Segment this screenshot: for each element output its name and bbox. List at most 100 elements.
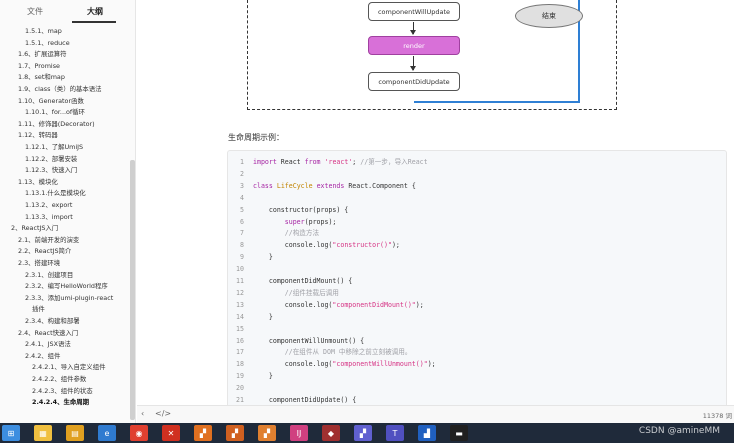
code-line: 11 componentDidMount() { <box>228 275 728 287</box>
outline-item[interactable]: 2.4.2.1、导入自定义组件 <box>32 362 105 373</box>
outline-item[interactable]: 1.9、class（类）的基本语法 <box>18 84 102 95</box>
outline-item[interactable]: 2.2、ReactJS简介 <box>18 246 71 257</box>
line-number: 9 <box>240 253 244 262</box>
outline-item[interactable]: 1.5.1、reduce <box>25 38 70 49</box>
outline-item[interactable]: 2.1、前端开发的演变 <box>18 235 79 246</box>
source-mode-icon[interactable]: </> <box>155 409 171 418</box>
line-number: 11 <box>236 277 244 285</box>
code-line: 18 console.log("componentWillUnmount()")… <box>228 358 728 370</box>
code-line: 8 console.log("constructor()"); <box>228 239 728 251</box>
line-number: 5 <box>240 205 244 214</box>
code-line: 5 constructor(props) { <box>228 204 728 216</box>
active-tab-indicator <box>72 21 116 23</box>
word-count[interactable]: 11378 词 <box>703 410 732 420</box>
outline-item[interactable]: 2.4.2.2、组件参数 <box>32 374 86 385</box>
outline-item[interactable]: 1.13.2、export <box>25 200 72 211</box>
code-text: //在组件从 DOM 中移除之前立刻被调用。 <box>284 348 412 357</box>
outline-item[interactable]: 2、ReactJS入门 <box>11 223 58 234</box>
app-icon[interactable]: ▞ <box>226 425 244 441</box>
toggle-sidebar-icon[interactable]: ‹ <box>141 409 144 418</box>
code-line: 20 <box>228 382 728 394</box>
app-icon[interactable]: ◆ <box>322 425 340 441</box>
status-bar: ‹ </> 11378 词 <box>137 405 734 423</box>
outline-item[interactable]: 2.4.2、组件 <box>25 351 60 362</box>
code-text: //组件挂载后调用 <box>284 288 339 297</box>
app-icon[interactable]: ▞ <box>194 425 212 441</box>
outline-item[interactable]: 2.4.2.3、组件的状态 <box>32 386 93 397</box>
edge-icon[interactable]: e <box>98 425 116 441</box>
sidebar-scrollbar[interactable] <box>130 160 135 420</box>
outline-item-current[interactable]: 2.4.2.4、生命周期 <box>32 397 89 408</box>
outline-item[interactable]: 插件 <box>32 304 45 315</box>
intellij-icon[interactable]: IJ <box>290 425 308 441</box>
code-line: 12 //组件挂载后调用 <box>228 287 728 299</box>
outline-item[interactable]: 1.10.1、for...of循环 <box>25 107 85 118</box>
outline-item[interactable]: 1.13、模块化 <box>18 177 58 188</box>
code-line: 3 class LifeCycle extends React.Component… <box>228 180 728 192</box>
xmind-icon[interactable]: ✕ <box>162 425 180 441</box>
line-number: 16 <box>236 336 244 345</box>
csdn-watermark: CSDN @amineMM <box>638 426 720 436</box>
outline-list: 1.5.1、map 1.5.1、reduce 1.6、扩展运算符 1.7、Promis… <box>0 24 128 423</box>
code-text: super(props); <box>284 217 337 226</box>
outline-item[interactable]: 2.4、React快速入门 <box>18 328 78 339</box>
outline-item[interactable]: 1.7、Promise <box>18 61 60 72</box>
outline-item[interactable]: 1.10、Generator函数 <box>18 96 84 107</box>
code-line: 7 //构造方法 <box>228 227 728 239</box>
document-area: componentWillUpdate render componentDidU… <box>137 0 734 423</box>
code-line: 10 <box>228 263 728 275</box>
code-text: } <box>253 312 273 321</box>
flow-arrow <box>410 56 416 71</box>
outline-item[interactable]: 1.13.1.什么是模块化 <box>25 188 86 199</box>
line-number: 2 <box>240 169 244 178</box>
code-line: 1 import React from 'react'; //第一步，导入Reac… <box>228 156 728 168</box>
code-line: 19 } <box>228 370 728 382</box>
code-text: console.log("componentWillUnmount()"); <box>253 360 436 369</box>
outline-item[interactable]: 1.11、修饰器(Decorator) <box>18 119 95 130</box>
tab-files[interactable]: 文件 <box>27 6 43 17</box>
outline-item[interactable]: 1.6、扩展运算符 <box>18 49 67 60</box>
code-text: console.log("componentDidMount()"); <box>253 300 424 309</box>
app-icon[interactable]: ▞ <box>258 425 276 441</box>
outline-item[interactable]: 1.12.2、部署安装 <box>25 154 77 165</box>
code-line: 17 //在组件从 DOM 中移除之前立刻被调用。 <box>228 346 728 358</box>
end-node: 结束 <box>515 4 583 28</box>
line-number: 3 <box>240 181 244 190</box>
outline-item[interactable]: 2.3、搭建环境 <box>18 258 60 269</box>
outline-item[interactable]: 1.12.3、快速入门 <box>25 165 77 176</box>
start-icon[interactable]: ⊞ <box>2 425 20 441</box>
outline-item[interactable]: 1.13.3、import <box>25 212 73 223</box>
outline-item[interactable]: 2.3.3、添加umi-plugin-react <box>25 293 113 304</box>
chrome-icon[interactable]: ◉ <box>130 425 148 441</box>
line-number: 20 <box>236 384 244 393</box>
outline-item[interactable]: 1.8、set和map <box>18 72 65 83</box>
line-number: 12 <box>236 288 244 297</box>
code-line: 2 <box>228 168 728 180</box>
code-line: 14 } <box>228 311 728 323</box>
code-text: } <box>253 253 273 262</box>
outline-item[interactable]: 2.3.1、创建项目 <box>25 270 73 281</box>
file-explorer-icon[interactable]: ▦ <box>34 425 52 441</box>
outline-item[interactable]: 2.4.1、JSX语法 <box>25 339 71 350</box>
outline-item[interactable]: 1.12.1、了解UmiJS <box>25 142 83 153</box>
code-block[interactable]: 1 import React from 'react'; //第一步，导入Reac… <box>227 150 727 423</box>
app-icon[interactable]: ▞ <box>354 425 372 441</box>
outline-item[interactable]: 1.12、转码器 <box>18 130 58 141</box>
flow-line-horizontal <box>414 101 580 103</box>
code-line: 4 <box>228 192 728 204</box>
windows-taskbar: ⊞ ▦ ▤ e ◉ ✕ ▞ ▞ ▞ IJ ◆ ▞ T ▟ ▬ CSDN @amineMM <box>0 423 734 443</box>
line-number: 15 <box>236 324 244 333</box>
typora-icon[interactable]: T <box>386 425 404 441</box>
folder-icon[interactable]: ▤ <box>66 425 84 441</box>
outline-item[interactable]: 2.3.2、编写HelloWorld程序 <box>25 281 108 292</box>
terminal-icon[interactable]: ▬ <box>450 425 468 441</box>
outline-item[interactable]: 2.3.4、构建和部署 <box>25 316 80 327</box>
outline-item[interactable]: 1.5.1、map <box>25 26 62 37</box>
code-line: 6 super(props); <box>228 216 728 228</box>
code-text: componentDidMount() { <box>253 277 353 285</box>
line-number: 10 <box>236 265 244 274</box>
app-icon[interactable]: ▟ <box>418 425 436 441</box>
section-title: 生命周期示例： <box>228 133 284 142</box>
line-number: 1 <box>240 158 244 166</box>
tab-outline[interactable]: 大纲 <box>87 6 103 17</box>
